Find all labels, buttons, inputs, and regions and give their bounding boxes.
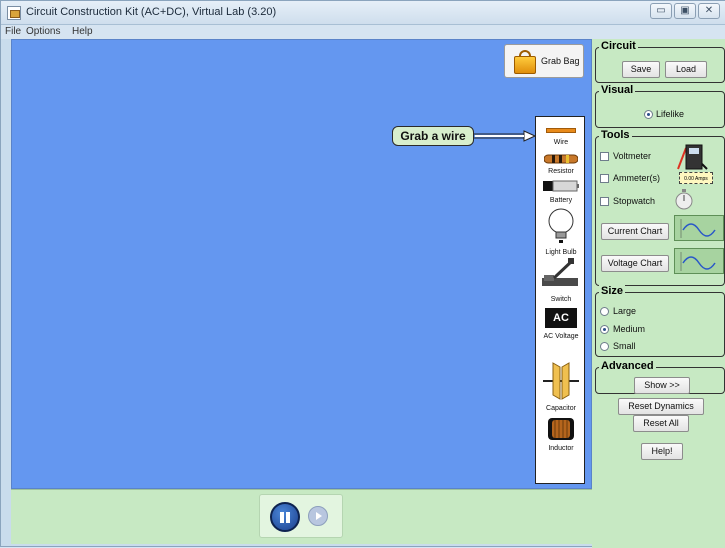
pause-button[interactable] (270, 502, 300, 532)
stopwatch-icon (675, 189, 693, 210)
ammeter-checkbox[interactable] (600, 174, 609, 183)
grab-bag-button[interactable]: Grab Bag (504, 44, 584, 78)
resistor-label: Resistor (548, 168, 574, 175)
bag-icon (514, 50, 536, 74)
size-title: Size (599, 285, 626, 297)
voltage-chart-icon (674, 248, 724, 274)
ac-voltage-label: AC Voltage (543, 333, 579, 340)
current-chart-button[interactable]: Current Chart (601, 223, 669, 240)
voltmeter-label: Voltmeter (613, 151, 652, 161)
wire-icon[interactable] (546, 128, 576, 133)
menu-bar: File Options Help (1, 25, 725, 39)
advanced-show-button[interactable]: Show >> (634, 377, 690, 394)
ammeter-readout: 0.00 Amps (679, 172, 713, 184)
load-button[interactable]: Load (665, 61, 707, 78)
wire-label: Wire (553, 139, 569, 146)
ac-voltage-icon[interactable]: AC (545, 308, 577, 328)
window-title: Circuit Construction Kit (AC+DC), Virtua… (26, 6, 277, 18)
title-bar: Circuit Construction Kit (AC+DC), Virtua… (1, 1, 725, 25)
reset-all-button[interactable]: Reset All (633, 415, 689, 432)
voltage-chart-button[interactable]: Voltage Chart (601, 255, 669, 272)
size-large-label: Large (613, 306, 637, 316)
reset-dynamics-button[interactable]: Reset Dynamics (618, 398, 704, 415)
visual-group: Visual Lifelike (595, 84, 725, 128)
size-medium-radio[interactable] (600, 325, 609, 334)
ammeter-label: Ammeter(s) (613, 173, 660, 183)
circuit-canvas[interactable] (11, 39, 592, 489)
stopwatch-checkbox[interactable] (600, 197, 609, 206)
switch-icon[interactable] (542, 258, 580, 290)
control-panel: Circuit Save Load Visual Lifelike Tools … (592, 39, 725, 548)
menu-file[interactable]: File (5, 25, 21, 39)
lifelike-label: Lifelike (656, 109, 685, 119)
tools-title: Tools (599, 129, 632, 141)
size-large-radio[interactable] (600, 307, 609, 316)
inductor-label: Inductor (548, 445, 574, 452)
save-button[interactable]: Save (622, 61, 660, 78)
size-small-radio[interactable] (600, 342, 609, 351)
step-button[interactable] (308, 506, 328, 526)
lifelike-radio[interactable] (644, 110, 653, 119)
component-toolbox: Wire Resistor Battery Light Bulb Switch (535, 116, 585, 484)
size-medium-label: Medium (613, 324, 646, 334)
playback-controls (259, 494, 343, 538)
java-app-icon (7, 6, 21, 20)
light-bulb-label: Light Bulb (545, 249, 577, 256)
inductor-icon[interactable] (547, 417, 575, 441)
minimize-button[interactable]: ▭ (650, 3, 672, 19)
grab-wire-callout: Grab a wire (392, 126, 474, 146)
menu-options[interactable]: Options (26, 25, 60, 39)
battery-label: Battery (549, 197, 573, 204)
help-button[interactable]: Help! (641, 443, 683, 460)
advanced-title: Advanced (599, 360, 656, 372)
battery-icon[interactable] (543, 180, 579, 192)
window-controls: ▭ ▣ ✕ (650, 3, 720, 19)
circuit-group: Circuit Save Load (595, 40, 725, 83)
voltmeter-icon (677, 144, 708, 170)
tools-group: Tools Voltmeter Ammeter(s) 0.00 Amps Sto… (595, 129, 725, 286)
callout-arrow-icon (474, 130, 536, 142)
maximize-button[interactable]: ▣ (674, 3, 696, 19)
playback-bar (11, 489, 592, 544)
capacitor-icon[interactable] (543, 361, 579, 401)
current-chart-icon (674, 215, 724, 241)
stopwatch-label: Stopwatch (613, 196, 656, 206)
app-window: Circuit Construction Kit (AC+DC), Virtua… (0, 0, 725, 548)
resistor-icon[interactable] (544, 153, 578, 165)
voltmeter-checkbox[interactable] (600, 152, 609, 161)
switch-label: Switch (550, 296, 572, 303)
visual-title: Visual (599, 84, 636, 96)
grab-bag-label: Grab Bag (541, 56, 580, 66)
circuit-title: Circuit (599, 40, 638, 52)
capacitor-label: Capacitor (546, 405, 576, 412)
menu-help[interactable]: Help (72, 25, 93, 39)
close-button[interactable]: ✕ (698, 3, 720, 19)
size-small-label: Small (613, 341, 636, 351)
size-group: Size Large Medium Small (595, 285, 725, 357)
advanced-group: Advanced Show >> (595, 360, 725, 394)
light-bulb-icon[interactable] (547, 208, 575, 244)
